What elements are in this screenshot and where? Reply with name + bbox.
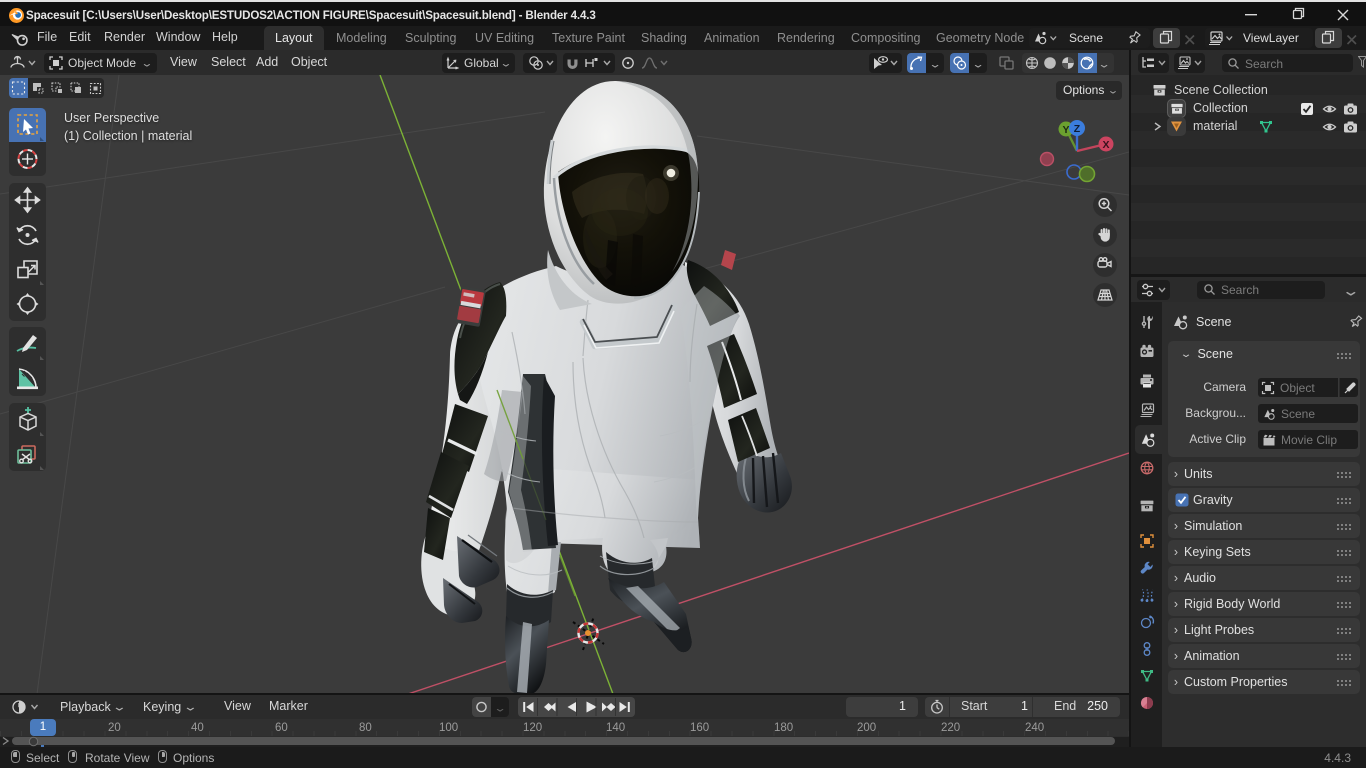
svg-text:Z: Z bbox=[1074, 123, 1081, 135]
svg-text:X: X bbox=[1102, 139, 1109, 151]
svg-text:Y: Y bbox=[1062, 124, 1069, 136]
